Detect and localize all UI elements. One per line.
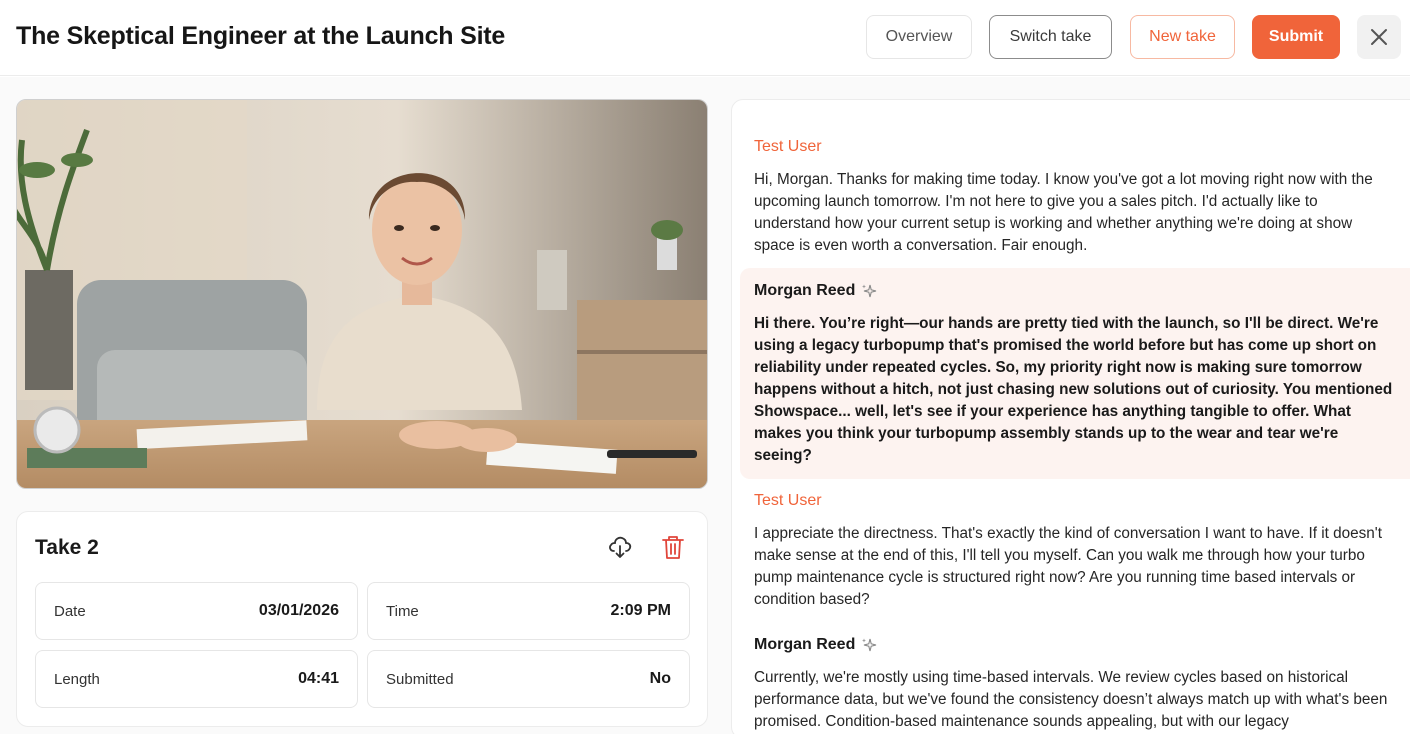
take-details-card: Take 2 Date 03/01/2026 Time 2:09 PM Leng… — [16, 511, 708, 727]
stat-value: 03/01/2026 — [258, 602, 339, 619]
message-text: Hi, Morgan. Thanks for making time today… — [754, 171, 1373, 254]
sparkle-icon — [862, 638, 877, 652]
download-button[interactable] — [607, 534, 633, 560]
stat-label: Length — [54, 671, 100, 688]
message-text: Currently, we're mostly using time-based… — [754, 669, 1388, 730]
speaker-row: Morgan Reed — [754, 282, 1406, 300]
switch-take-button[interactable]: Switch take — [989, 15, 1112, 59]
sparkle-icon — [862, 284, 877, 298]
transcript-message-highlighted: Morgan Reed Hi there. You’re right—our h… — [740, 268, 1410, 479]
new-take-button[interactable]: New take — [1130, 15, 1235, 59]
take-title: Take 2 — [35, 536, 99, 559]
stat-label: Time — [386, 603, 419, 620]
speaker-row: Morgan Reed — [754, 636, 1410, 654]
speaker-name: Morgan Reed — [754, 282, 856, 299]
speaker-name: Test User — [754, 138, 822, 155]
delete-button[interactable] — [661, 534, 685, 560]
stat-length: Length 04:41 — [35, 650, 358, 708]
message-text: Hi there. You’re right—our hands are pre… — [754, 315, 1393, 464]
stat-time: Time 2:09 PM — [367, 582, 690, 640]
close-icon — [1371, 29, 1387, 45]
stat-value: 2:09 PM — [610, 602, 671, 619]
cloud-download-icon — [609, 536, 632, 558]
submit-button[interactable]: Submit — [1252, 15, 1340, 59]
message-text: I appreciate the directness. That's exac… — [754, 525, 1382, 608]
stat-value: No — [649, 670, 671, 687]
stat-date: Date 03/01/2026 — [35, 582, 358, 640]
transcript-panel[interactable]: Test User Hi, Morgan. Thanks for making … — [731, 99, 1410, 734]
transcript-message: Test User Hi, Morgan. Thanks for making … — [754, 138, 1410, 257]
close-button[interactable] — [1357, 15, 1401, 59]
stat-label: Submitted — [386, 671, 454, 688]
speaker-name: Morgan Reed — [754, 636, 856, 653]
speaker-name: Test User — [754, 492, 822, 509]
avatar-video-frame — [17, 100, 707, 488]
transcript-message: Test User I appreciate the directness. T… — [754, 492, 1410, 611]
app-header: The Skeptical Engineer at the Launch Sit… — [0, 0, 1410, 76]
transcript-message: Morgan Reed Currently, we're mostly usin… — [754, 636, 1410, 733]
video-player[interactable] — [16, 99, 708, 489]
stat-value: 04:41 — [298, 670, 339, 687]
page-title: The Skeptical Engineer at the Launch Sit… — [16, 22, 506, 50]
trash-icon — [662, 536, 684, 559]
stat-submitted: Submitted No — [367, 650, 690, 708]
overview-button[interactable]: Overview — [866, 15, 972, 59]
stat-label: Date — [54, 603, 86, 620]
